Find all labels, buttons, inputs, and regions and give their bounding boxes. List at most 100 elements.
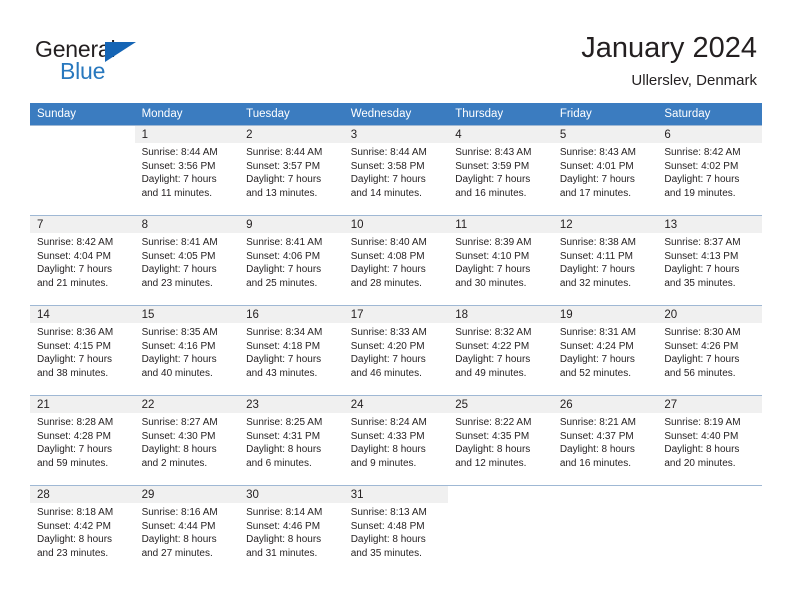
day-cell-inner: 10 Sunrise: 8:40 AM Sunset: 4:08 PM Dayligh… bbox=[343, 215, 449, 305]
calendar-day-cell[interactable]: 22 Sunrise: 8:27 AM Sunset: 4:30 PM Dayligh… bbox=[134, 395, 240, 485]
sunset-text: Sunset: 4:37 PM bbox=[559, 430, 634, 442]
day-number: 5 bbox=[552, 126, 658, 143]
day-cell-inner: 8 Sunrise: 8:41 AM Sunset: 4:05 PM Daylight… bbox=[134, 215, 240, 305]
calendar-day-cell[interactable]: 12 Sunrise: 8:38 AM Sunset: 4:11 PM Dayligh… bbox=[552, 215, 658, 305]
sunrise-text: Sunrise: 8:38 AM bbox=[559, 237, 636, 248]
calendar-day-cell[interactable]: 10 Sunrise: 8:40 AM Sunset: 4:08 PM Dayligh… bbox=[343, 215, 449, 305]
calendar-day-cell[interactable]: 18 Sunrise: 8:32 AM Sunset: 4:22 PM Dayligh… bbox=[448, 305, 553, 395]
day-details bbox=[30, 143, 135, 146]
sunrise-text: Sunrise: 8:22 AM bbox=[455, 417, 532, 428]
daylight-text: and 21 minutes. bbox=[37, 277, 109, 289]
day-cell-inner: 28 Sunrise: 8:18 AM Sunset: 4:42 PM Dayligh… bbox=[30, 485, 135, 575]
sunrise-text: Sunrise: 8:25 AM bbox=[246, 417, 323, 428]
calendar-day-cell[interactable]: 4 Sunrise: 8:43 AM Sunset: 3:59 PM Daylight… bbox=[448, 125, 553, 215]
logo-triangle-icon bbox=[105, 42, 136, 62]
day-cell-inner: 24 Sunrise: 8:24 AM Sunset: 4:33 PM Dayligh… bbox=[343, 395, 449, 485]
sunset-text: Sunset: 4:22 PM bbox=[455, 340, 530, 352]
page-title: January 2024 bbox=[581, 32, 757, 64]
day-cell-inner: 30 Sunrise: 8:14 AM Sunset: 4:46 PM Dayligh… bbox=[239, 485, 344, 575]
calendar-day-cell[interactable]: 17 Sunrise: 8:33 AM Sunset: 4:20 PM Dayligh… bbox=[343, 305, 449, 395]
calendar-day-cell[interactable]: 9 Sunrise: 8:41 AM Sunset: 4:06 PM Daylight… bbox=[239, 215, 344, 305]
day-details: Sunrise: 8:28 AM Sunset: 4:28 PM Daylight:… bbox=[30, 413, 135, 470]
day-number: 15 bbox=[134, 306, 240, 323]
calendar-day-cell[interactable]: 28 Sunrise: 8:18 AM Sunset: 4:42 PM Dayligh… bbox=[30, 485, 135, 575]
sunset-text: Sunset: 4:33 PM bbox=[350, 430, 425, 442]
calendar-day-cell[interactable]: 21 Sunrise: 8:28 AM Sunset: 4:28 PM Dayligh… bbox=[30, 395, 135, 485]
daylight-text: and 6 minutes. bbox=[246, 457, 312, 469]
daylight-text: Daylight: 7 hours bbox=[455, 174, 531, 186]
weekday-header-sunday: Sunday bbox=[30, 103, 135, 125]
calendar-day-cell[interactable]: 14 Sunrise: 8:36 AM Sunset: 4:15 PM Dayligh… bbox=[30, 305, 135, 395]
sunset-text: Sunset: 3:56 PM bbox=[141, 160, 216, 172]
calendar-day-cell[interactable]: 8 Sunrise: 8:41 AM Sunset: 4:05 PM Daylight… bbox=[134, 215, 240, 305]
sunset-text: Sunset: 4:42 PM bbox=[37, 520, 111, 532]
calendar-day-cell[interactable]: 29 Sunrise: 8:16 AM Sunset: 4:44 PM Dayligh… bbox=[134, 485, 240, 575]
day-details: Sunrise: 8:24 AM Sunset: 4:33 PM Daylight:… bbox=[344, 413, 449, 470]
day-cell-inner: 16 Sunrise: 8:34 AM Sunset: 4:18 PM Dayligh… bbox=[239, 305, 344, 395]
calendar-day-cell[interactable]: 2 Sunrise: 8:44 AM Sunset: 3:57 PM Daylight… bbox=[239, 125, 344, 215]
calendar-day-cell[interactable]: 31 Sunrise: 8:13 AM Sunset: 4:48 PM Dayligh… bbox=[343, 485, 449, 575]
calendar-day-cell[interactable]: 27 Sunrise: 8:19 AM Sunset: 4:40 PM Dayligh… bbox=[657, 395, 762, 485]
calendar-day-cell[interactable]: 30 Sunrise: 8:14 AM Sunset: 4:46 PM Dayligh… bbox=[239, 485, 344, 575]
day-number: 11 bbox=[448, 216, 553, 233]
day-cell-inner: 29 Sunrise: 8:16 AM Sunset: 4:44 PM Dayligh… bbox=[134, 485, 240, 575]
sunrise-text: Sunrise: 8:13 AM bbox=[350, 507, 427, 518]
daylight-text: and 17 minutes. bbox=[559, 187, 631, 199]
day-number bbox=[552, 486, 658, 503]
calendar-day-cell[interactable]: 6 Sunrise: 8:42 AM Sunset: 4:02 PM Daylight… bbox=[657, 125, 762, 215]
calendar-day-cell[interactable]: 1 Sunrise: 8:44 AM Sunset: 3:56 PM Daylight… bbox=[134, 125, 240, 215]
sunrise-text: Sunrise: 8:39 AM bbox=[455, 237, 532, 248]
daylight-text: Daylight: 7 hours bbox=[559, 354, 635, 366]
sunrise-text: Sunrise: 8:24 AM bbox=[350, 417, 427, 428]
sunset-text: Sunset: 4:26 PM bbox=[664, 340, 739, 352]
sunrise-text: Sunrise: 8:30 AM bbox=[664, 327, 741, 338]
calendar-week-row: 7 Sunrise: 8:42 AM Sunset: 4:04 PM Daylight… bbox=[30, 215, 762, 305]
calendar-page: General Blue January 2024 Ullerslev, Den… bbox=[0, 0, 792, 612]
sunset-text: Sunset: 4:13 PM bbox=[664, 250, 739, 262]
sunrise-text: Sunrise: 8:31 AM bbox=[559, 327, 636, 338]
day-number: 25 bbox=[448, 396, 553, 413]
sunset-text: Sunset: 4:10 PM bbox=[455, 250, 530, 262]
calendar-day-cell[interactable]: 15 Sunrise: 8:35 AM Sunset: 4:16 PM Dayligh… bbox=[134, 305, 240, 395]
daylight-text: and 9 minutes. bbox=[350, 457, 417, 469]
calendar-day-cell[interactable]: 16 Sunrise: 8:34 AM Sunset: 4:18 PM Dayligh… bbox=[239, 305, 344, 395]
daylight-text: and 12 minutes. bbox=[455, 457, 527, 469]
calendar-day-cell[interactable]: 19 Sunrise: 8:31 AM Sunset: 4:24 PM Dayligh… bbox=[552, 305, 658, 395]
day-details: Sunrise: 8:41 AM Sunset: 4:06 PM Daylight:… bbox=[239, 233, 344, 290]
calendar-day-cell[interactable]: 13 Sunrise: 8:37 AM Sunset: 4:13 PM Dayligh… bbox=[657, 215, 762, 305]
sunrise-text: Sunrise: 8:44 AM bbox=[246, 147, 323, 158]
calendar-day-cell[interactable]: 3 Sunrise: 8:44 AM Sunset: 3:58 PM Daylight… bbox=[343, 125, 449, 215]
day-cell-inner: 23 Sunrise: 8:25 AM Sunset: 4:31 PM Dayligh… bbox=[239, 395, 344, 485]
daylight-text: and 30 minutes. bbox=[455, 277, 527, 289]
daylight-text: Daylight: 7 hours bbox=[350, 354, 426, 366]
day-details: Sunrise: 8:42 AM Sunset: 4:02 PM Daylight:… bbox=[657, 143, 762, 200]
calendar-day-cell[interactable]: 5 Sunrise: 8:43 AM Sunset: 4:01 PM Daylight… bbox=[552, 125, 658, 215]
day-number: 12 bbox=[552, 216, 658, 233]
sunrise-text: Sunrise: 8:21 AM bbox=[559, 417, 636, 428]
day-details: Sunrise: 8:40 AM Sunset: 4:08 PM Daylight:… bbox=[344, 233, 449, 290]
calendar-day-cell[interactable]: 25 Sunrise: 8:22 AM Sunset: 4:35 PM Dayligh… bbox=[448, 395, 553, 485]
calendar-day-cell[interactable]: 26 Sunrise: 8:21 AM Sunset: 4:37 PM Dayligh… bbox=[552, 395, 658, 485]
sunset-text: Sunset: 4:48 PM bbox=[350, 520, 425, 532]
general-blue-logo[interactable]: General Blue bbox=[35, 36, 185, 88]
daylight-text: Daylight: 7 hours bbox=[664, 354, 740, 366]
calendar-day-cell[interactable]: 23 Sunrise: 8:25 AM Sunset: 4:31 PM Dayligh… bbox=[239, 395, 344, 485]
page-subtitle: Ullerslev, Denmark bbox=[631, 72, 757, 89]
day-number: 27 bbox=[657, 396, 762, 413]
day-number: 14 bbox=[30, 306, 135, 323]
calendar-day-cell[interactable]: 11 Sunrise: 8:39 AM Sunset: 4:10 PM Dayligh… bbox=[448, 215, 553, 305]
calendar-day-cell[interactable]: 20 Sunrise: 8:30 AM Sunset: 4:26 PM Dayligh… bbox=[657, 305, 762, 395]
daylight-text: and 14 minutes. bbox=[350, 187, 422, 199]
day-cell-inner: 17 Sunrise: 8:33 AM Sunset: 4:20 PM Dayligh… bbox=[343, 305, 449, 395]
weekday-header-friday: Friday bbox=[552, 103, 658, 125]
day-details bbox=[448, 503, 553, 506]
day-number: 6 bbox=[657, 126, 762, 143]
daylight-text: and 25 minutes. bbox=[246, 277, 318, 289]
calendar-day-cell[interactable]: 7 Sunrise: 8:42 AM Sunset: 4:04 PM Daylight… bbox=[30, 215, 135, 305]
sunrise-text: Sunrise: 8:42 AM bbox=[664, 147, 741, 158]
sunset-text: Sunset: 3:57 PM bbox=[246, 160, 321, 172]
day-number: 21 bbox=[30, 396, 135, 413]
daylight-text: and 35 minutes. bbox=[664, 277, 736, 289]
calendar-day-cell[interactable]: 24 Sunrise: 8:24 AM Sunset: 4:33 PM Dayligh… bbox=[343, 395, 449, 485]
day-details: Sunrise: 8:44 AM Sunset: 3:58 PM Daylight:… bbox=[344, 143, 449, 200]
